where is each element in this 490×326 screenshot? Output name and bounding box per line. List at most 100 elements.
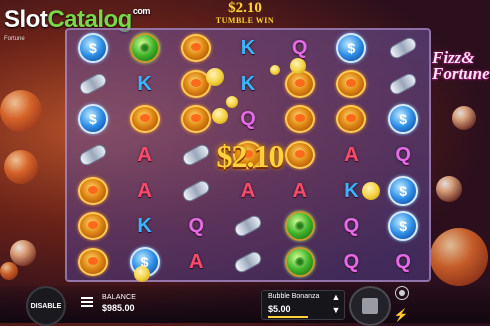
grid-cell [67, 137, 119, 173]
flying-coin [362, 182, 380, 200]
symbol-capsule-icon [77, 140, 109, 170]
grid-cell: A [119, 137, 171, 173]
symbol-coin-blue-icon: $ [77, 32, 108, 63]
symbol-capsule-icon [232, 211, 264, 241]
flying-coin [290, 58, 306, 74]
symbol-coin-blue-icon: $ [388, 175, 419, 206]
bubble-decoration [0, 262, 18, 280]
grid-cell [67, 209, 119, 245]
bet-game-name: Bubble Bonanza [268, 293, 320, 300]
flying-coin [212, 108, 228, 124]
symbol-coin-green-icon [129, 32, 160, 63]
grid-cell: $ [326, 30, 378, 66]
grid-cell [326, 101, 378, 137]
bet-decrease-icon[interactable]: ▼ [331, 305, 341, 315]
grid-cell: Q [377, 137, 429, 173]
symbol-medal-icon [129, 104, 160, 134]
symbol-k: K [240, 36, 256, 59]
symbol-coin-blue-icon: $ [336, 32, 367, 63]
bubble-decoration [4, 150, 38, 184]
symbol-coin-green-icon [284, 211, 315, 242]
symbol-q: Q [343, 251, 360, 274]
symbol-medal-icon [77, 176, 108, 206]
grid-cell [222, 244, 274, 280]
grid-cell [274, 101, 326, 137]
symbol-a: A [292, 179, 307, 202]
symbol-capsule-icon [180, 176, 212, 206]
grid-cell [67, 244, 119, 280]
grid-cell: A [119, 173, 171, 209]
symbol-k: K [240, 72, 256, 95]
grid-cell [170, 173, 222, 209]
symbol-a: A [189, 251, 204, 274]
symbol-capsule-icon [232, 247, 264, 277]
tumble-win-label: TUMBLE WIN [215, 16, 275, 25]
grid-cell [67, 66, 119, 102]
bubble-decoration [430, 228, 488, 286]
grid-cell: A [274, 173, 326, 209]
disable-button[interactable]: DISABLE [26, 286, 66, 326]
turbo-icon[interactable]: ⚡ [394, 308, 409, 322]
center-win-amount: $2.10 [216, 138, 285, 174]
control-bar [0, 286, 490, 323]
grid-cell: $ [377, 173, 429, 209]
symbol-capsule-icon [387, 33, 419, 63]
grid-cell [274, 209, 326, 245]
grid-cell [377, 30, 429, 66]
bubble-decoration [10, 240, 36, 266]
game-sublabel: Fortune [4, 36, 25, 42]
symbol-medal-icon [77, 247, 108, 277]
grid-cell: K [119, 66, 171, 102]
grid-cell [119, 101, 171, 137]
flying-coin [134, 266, 150, 282]
symbol-medal-icon [336, 69, 367, 99]
grid-cell: Q [326, 209, 378, 245]
symbol-coin-blue-icon: $ [77, 104, 108, 135]
grid-cell: Q [377, 244, 429, 280]
grid-cell [67, 173, 119, 209]
grid-cell: K [119, 209, 171, 245]
symbol-capsule-icon [77, 69, 109, 99]
symbol-q: Q [395, 251, 411, 274]
grid-cell [326, 66, 378, 102]
balance-value: $985.00 [102, 303, 135, 313]
grid-cell: A [326, 137, 378, 173]
symbol-a: A [137, 179, 152, 202]
symbol-coin-green-icon [284, 247, 315, 278]
autoplay-icon[interactable] [395, 286, 409, 300]
bet-increase-icon[interactable]: ▲ [331, 292, 341, 302]
symbol-medal-icon [284, 104, 315, 134]
balance-label: BALANCE [102, 294, 137, 301]
symbol-q: Q [395, 143, 411, 166]
grid-cell: $ [67, 101, 119, 137]
menu-icon[interactable] [81, 297, 93, 307]
symbol-q: Q [343, 215, 360, 238]
grid-cell [170, 30, 222, 66]
grid-cell: A [222, 173, 274, 209]
symbol-a: A [344, 143, 359, 166]
stop-icon [362, 298, 378, 314]
symbol-a: A [137, 143, 152, 166]
symbol-medal-icon [336, 104, 367, 134]
flying-coin [270, 65, 280, 75]
grid-cell [377, 66, 429, 102]
game-logo: Fizz& Fortune [432, 48, 490, 83]
grid-cell: Q [170, 209, 222, 245]
symbol-k: K [137, 72, 152, 95]
grid-cell [222, 209, 274, 245]
symbol-medal-icon [77, 211, 108, 241]
bubble-decoration [436, 176, 462, 202]
bubble-decoration [0, 90, 42, 132]
symbol-q: Q [188, 215, 205, 238]
flying-coin [226, 96, 238, 108]
spin-button[interactable] [349, 286, 391, 326]
symbol-capsule-icon [387, 69, 419, 99]
grid-cell: K [222, 30, 274, 66]
symbol-k: K [137, 215, 152, 238]
grid-cell: A [170, 244, 222, 280]
symbol-q: Q [240, 108, 256, 131]
symbol-a: A [240, 179, 256, 202]
symbol-coin-blue-icon: $ [388, 104, 419, 135]
flying-coin [206, 68, 224, 86]
grid-cell [274, 244, 326, 280]
